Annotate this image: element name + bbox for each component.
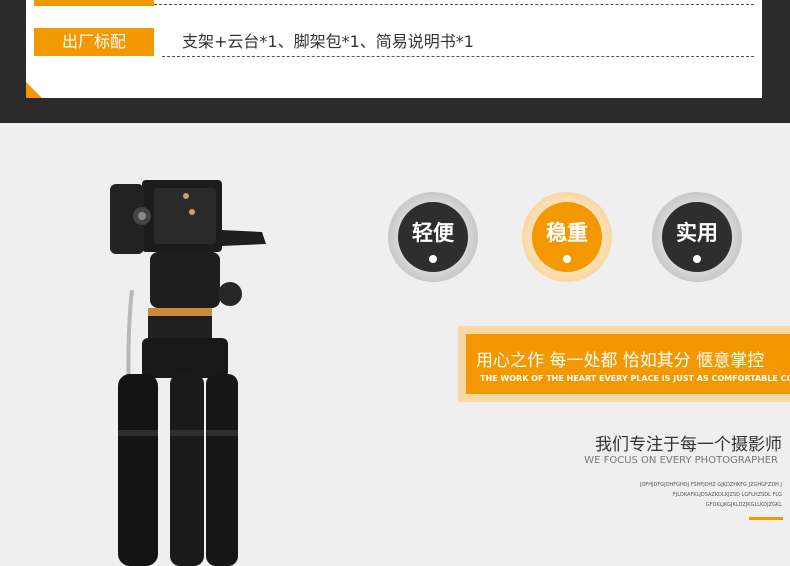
feature-practical: 实用 <box>652 192 742 282</box>
filler-line: GFDKLJKGJKLDZJKGLLKDJZGKL <box>705 502 782 508</box>
filler-text: JOFHJDFGJDHFGHDJ FSHFJDHZ GJKDZHKFG JZGH… <box>582 480 782 510</box>
focus-title: 我们专注于每一个摄影师 <box>595 435 782 455</box>
tripod-image <box>110 180 266 566</box>
slogan-banner: 用心之作 每一处都 恰如其分 惬意掌控 THE WORK OF THE HEAR… <box>458 326 790 402</box>
corner-accent <box>26 82 42 98</box>
spec-row: 出厂标配 支架+云台*1、脚架包*1、简易说明书*1 <box>34 28 754 58</box>
slogan-subtitle: THE WORK OF THE HEART EVERY PLACE IS JUS… <box>480 374 790 383</box>
focus-subtitle: WE FOCUS ON EVERY PHOTOGRAPHER <box>584 455 778 466</box>
previous-row-label <box>34 0 154 6</box>
accent-line <box>749 517 783 520</box>
feature-dot <box>429 255 437 263</box>
top-band: 出厂标配 支架+云台*1、脚架包*1、简易说明书*1 <box>0 0 790 123</box>
spec-card: 出厂标配 支架+云台*1、脚架包*1、简易说明书*1 <box>26 0 762 98</box>
previous-row-divider <box>154 4 754 5</box>
spec-divider <box>162 56 754 57</box>
feature-stable: 稳重 <box>522 192 612 282</box>
filler-line: JOFHJDFGJDHFGHDJ FSHFJDHZ GJKDZHKFG JZGH… <box>640 482 782 488</box>
feature-dot <box>563 255 571 263</box>
filler-line: FJLDKAFKLJDSAZKDLKJZSD LGFLHZSDL FLG <box>672 492 782 498</box>
feature-dot <box>693 255 701 263</box>
spec-label: 出厂标配 <box>34 28 154 56</box>
spec-value: 支架+云台*1、脚架包*1、简易说明书*1 <box>182 32 474 51</box>
feature-lightweight: 轻便 <box>388 192 478 282</box>
slogan-title: 用心之作 每一处都 恰如其分 惬意掌控 <box>476 351 765 371</box>
slogan-inner: 用心之作 每一处都 恰如其分 惬意掌控 THE WORK OF THE HEAR… <box>466 334 790 394</box>
